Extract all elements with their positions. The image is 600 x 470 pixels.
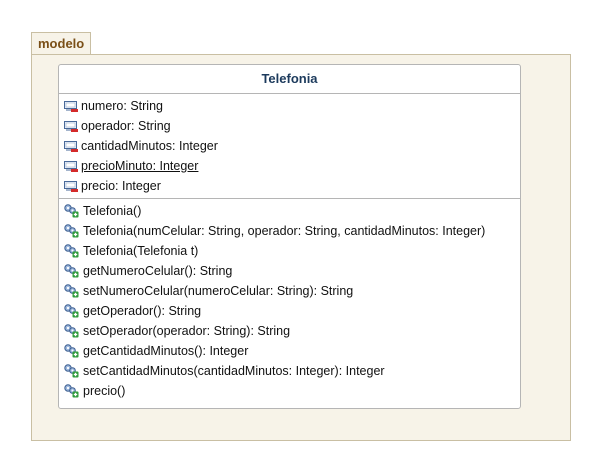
operation-row[interactable]: getCantidadMinutos(): Integer [59,341,520,361]
operation-label: setNumeroCelular(numeroCelular: String):… [83,284,354,298]
operation-label: setCantidadMinutos(cantidadMinutos: Inte… [83,364,385,378]
operation-label: Telefonia() [83,204,142,218]
public-method-icon [63,203,79,219]
attribute-label: cantidadMinutos: Integer [81,139,218,153]
operation-row[interactable]: Telefonia(Telefonia t) [59,241,520,261]
public-method-icon [63,223,79,239]
public-method-icon [63,303,79,319]
attributes-compartment: numero: String operador: String cantidadMi… [59,93,520,198]
attribute-row[interactable]: numero: String [59,96,520,116]
attribute-label: precioMinuto: Integer [81,159,199,173]
private-field-icon [63,158,79,174]
operation-row[interactable]: precio() [59,381,520,401]
attribute-label: numero: String [81,99,163,113]
operation-label: getOperador(): String [83,304,202,318]
public-method-icon [63,383,79,399]
private-field-icon [63,118,79,134]
operation-label: Telefonia(numCelular: String, operador: … [83,224,486,238]
operation-row[interactable]: setOperador(operador: String): String [59,321,520,341]
public-method-icon [63,243,79,259]
operation-row[interactable]: Telefonia() [59,201,520,221]
operation-row[interactable]: setCantidadMinutos(cantidadMinutos: Inte… [59,361,520,381]
class-box[interactable]: Telefonia numero: String operador: String… [58,64,521,409]
operation-label: getNumeroCelular(): String [83,264,233,278]
public-method-icon [63,363,79,379]
operation-row[interactable]: getOperador(): String [59,301,520,321]
private-field-icon [63,178,79,194]
operation-label: setOperador(operador: String): String [83,324,291,338]
operation-row[interactable]: Telefonia(numCelular: String, operador: … [59,221,520,241]
attribute-row[interactable]: cantidadMinutos: Integer [59,136,520,156]
operation-label: precio() [83,384,126,398]
attribute-label: operador: String [81,119,171,133]
operation-row[interactable]: getNumeroCelular(): String [59,261,520,281]
private-field-icon [63,138,79,154]
operation-label: Telefonia(Telefonia t) [83,244,199,258]
operation-label: getCantidadMinutos(): Integer [83,344,249,358]
attribute-row[interactable]: precio: Integer [59,176,520,196]
public-method-icon [63,263,79,279]
operations-compartment: Telefonia() Telefonia(numCelular: String,… [59,198,520,401]
package-tab[interactable]: modelo [31,32,91,54]
public-method-icon [63,283,79,299]
attribute-row[interactable]: operador: String [59,116,520,136]
attribute-label: precio: Integer [81,179,161,193]
public-method-icon [63,323,79,339]
public-method-icon [63,343,79,359]
operation-row[interactable]: setNumeroCelular(numeroCelular: String):… [59,281,520,301]
package-name: modelo [38,36,85,51]
attribute-row[interactable]: precioMinuto: Integer [59,156,520,176]
private-field-icon [63,98,79,114]
class-name: Telefonia [261,71,318,86]
